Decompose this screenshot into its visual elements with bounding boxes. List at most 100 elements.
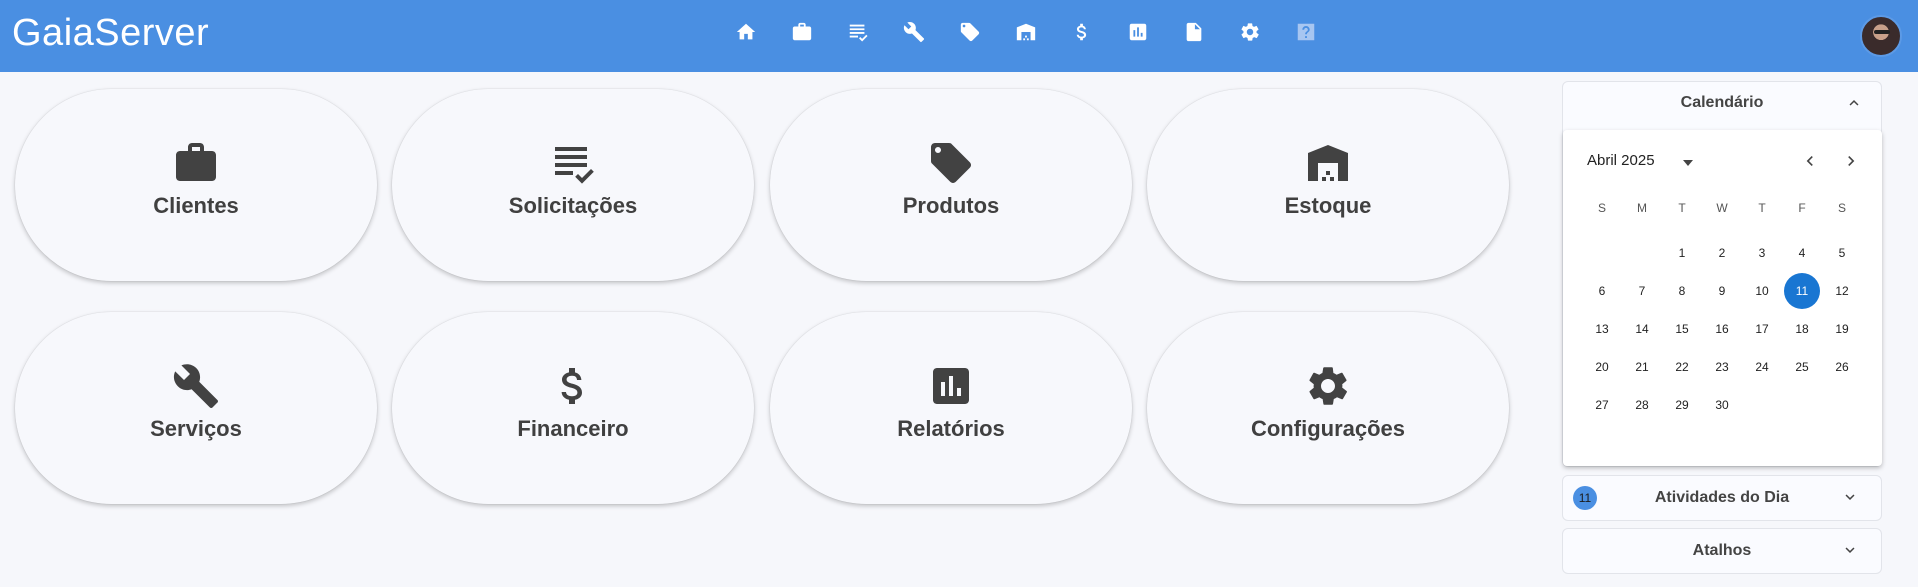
tile-relatorios[interactable]: Relatórios xyxy=(770,312,1132,504)
checklist-icon xyxy=(555,147,594,184)
weekday-label: S xyxy=(1597,201,1606,215)
weekday-label: F xyxy=(1798,201,1806,215)
tile-solicitacoes[interactable]: Solicitações xyxy=(392,89,754,281)
bar-chart-icon xyxy=(933,368,969,404)
calendar-day[interactable]: 15 xyxy=(1662,310,1702,348)
calendar-day[interactable]: 23 xyxy=(1702,348,1742,386)
calendar-day[interactable]: 18 xyxy=(1782,310,1822,348)
calendar-day[interactable]: 30 xyxy=(1702,386,1742,424)
weekday-label: M xyxy=(1637,201,1647,215)
calendar-day[interactable]: 5 xyxy=(1822,234,1862,272)
tag-icon xyxy=(931,143,971,183)
tile-label: Configurações xyxy=(1250,416,1406,441)
calendar-day-number: 11 xyxy=(1784,273,1820,309)
calendar-day-number: 4 xyxy=(1798,246,1806,260)
nav-servicos-button[interactable] xyxy=(896,16,932,48)
month-year-label[interactable]: Abril 2025 xyxy=(1587,152,1655,169)
tile-label: Serviços xyxy=(150,416,242,441)
calendar-panel-header[interactable]: Calendário xyxy=(1563,82,1881,124)
nav-home-button[interactable] xyxy=(728,16,764,48)
nav-relatorios-button[interactable] xyxy=(1120,16,1156,48)
calendar-day[interactable]: 7 xyxy=(1622,272,1662,310)
tile-label: Solicitações xyxy=(508,193,638,218)
calendar-day-number: 22 xyxy=(1675,360,1689,374)
tile-label: Produtos xyxy=(902,193,1000,218)
nav-solicitacoes-button[interactable] xyxy=(840,16,876,48)
weekday-label: T xyxy=(1758,201,1766,215)
shortcuts-panel-header[interactable]: Atalhos xyxy=(1563,529,1881,573)
calendar-day-number: 16 xyxy=(1715,322,1729,336)
calendar-grid: S M T W T F S 1 2 3 4 5 6 7 8 9 10 11 12 13 14 15 16 17 18 19 20 21… xyxy=(1582,196,1862,424)
calendar-day[interactable]: 2 xyxy=(1702,234,1742,272)
calendar-day-number: 24 xyxy=(1755,360,1769,374)
calendar-day[interactable]: 14 xyxy=(1622,310,1662,348)
calendar-day-number: 28 xyxy=(1635,398,1649,412)
calendar-day[interactable]: 8 xyxy=(1662,272,1702,310)
caret-down-icon[interactable] xyxy=(1681,156,1695,168)
warehouse-icon xyxy=(1308,145,1348,181)
home-icon xyxy=(736,23,756,40)
nav-documentos-button[interactable] xyxy=(1176,16,1212,48)
tile-label: Clientes xyxy=(153,193,239,218)
calendar-day[interactable]: 9 xyxy=(1702,272,1742,310)
tile-label: Relatórios xyxy=(897,416,1005,441)
calendar-day[interactable]: 19 xyxy=(1822,310,1862,348)
tile-label: Estoque xyxy=(1284,193,1372,218)
nav-clientes-button[interactable] xyxy=(784,16,820,48)
calendar-day-number: 6 xyxy=(1598,284,1606,298)
app-title[interactable]: GaiaServer xyxy=(12,12,209,55)
calendar-day[interactable]: 4 xyxy=(1782,234,1822,272)
calendar-day[interactable]: 29 xyxy=(1662,386,1702,424)
calendar-day-number: 5 xyxy=(1838,246,1846,260)
nav-ajuda-button[interactable] xyxy=(1288,16,1324,48)
top-app-bar: GaiaServer xyxy=(0,0,1918,72)
calendar-day[interactable]: 10 xyxy=(1742,272,1782,310)
calendar-day[interactable]: 25 xyxy=(1782,348,1822,386)
user-avatar[interactable] xyxy=(1860,15,1902,57)
gear-icon xyxy=(1309,367,1347,405)
calendar-day[interactable]: 28 xyxy=(1622,386,1662,424)
weekday-label: T xyxy=(1678,201,1686,215)
dollar-icon xyxy=(1076,23,1087,41)
calendar-day[interactable]: 13 xyxy=(1582,310,1622,348)
next-month-button[interactable] xyxy=(1841,151,1861,171)
calendar-day[interactable]: 12 xyxy=(1822,272,1862,310)
calendar-day[interactable]: 3 xyxy=(1742,234,1782,272)
date-calendar: Abril 2025 S M T W T F S 1 2 3 4 5 6 7 8 9 10 11 12 13 14 15 1… xyxy=(1563,130,1882,466)
nav-produtos-button[interactable] xyxy=(952,16,988,48)
tile-configuracoes[interactable]: Configurações xyxy=(1147,312,1509,504)
empty-day-cell xyxy=(1622,234,1662,272)
calendar-day[interactable]: 20 xyxy=(1582,348,1622,386)
tile-estoque[interactable]: Estoque xyxy=(1147,89,1509,281)
nav-financeiro-button[interactable] xyxy=(1064,16,1100,48)
calendar-day[interactable]: 1 xyxy=(1662,234,1702,272)
dollar-icon xyxy=(561,368,582,404)
tile-produtos[interactable]: Produtos xyxy=(770,89,1132,281)
activities-count-badge: 11 xyxy=(1573,486,1597,510)
nav-configuracoes-button[interactable] xyxy=(1232,16,1268,48)
calendar-day[interactable]: 27 xyxy=(1582,386,1622,424)
tag-icon xyxy=(960,22,980,42)
calendar-day[interactable]: 22 xyxy=(1662,348,1702,386)
calendar-day-number: 15 xyxy=(1675,322,1689,336)
calendar-day[interactable]: 16 xyxy=(1702,310,1742,348)
tile-financeiro[interactable]: Financeiro xyxy=(392,312,754,504)
calendar-day[interactable]: 21 xyxy=(1622,348,1662,386)
calendar-day[interactable]: 26 xyxy=(1822,348,1862,386)
calendar-day[interactable]: 6 xyxy=(1582,272,1622,310)
calendar-day-selected[interactable]: 11 xyxy=(1782,272,1822,310)
calendar-day-number: 30 xyxy=(1715,398,1729,412)
chevron-down-icon xyxy=(1841,488,1859,506)
calendar-day-number: 2 xyxy=(1718,246,1726,260)
calendar-panel-title: Calendário xyxy=(1680,94,1764,111)
calendar-day-number: 13 xyxy=(1595,322,1609,336)
previous-month-button[interactable] xyxy=(1800,151,1820,171)
calendar-day[interactable]: 24 xyxy=(1742,348,1782,386)
activities-panel-header[interactable]: 11 Atividades do Dia xyxy=(1563,476,1881,520)
calendar-day-number: 20 xyxy=(1595,360,1609,374)
calendar-day[interactable]: 17 xyxy=(1742,310,1782,348)
nav-estoque-button[interactable] xyxy=(1008,16,1044,48)
tile-clientes[interactable]: Clientes xyxy=(15,89,377,281)
wrench-icon xyxy=(173,364,218,408)
tile-servicos[interactable]: Serviços xyxy=(15,312,377,504)
